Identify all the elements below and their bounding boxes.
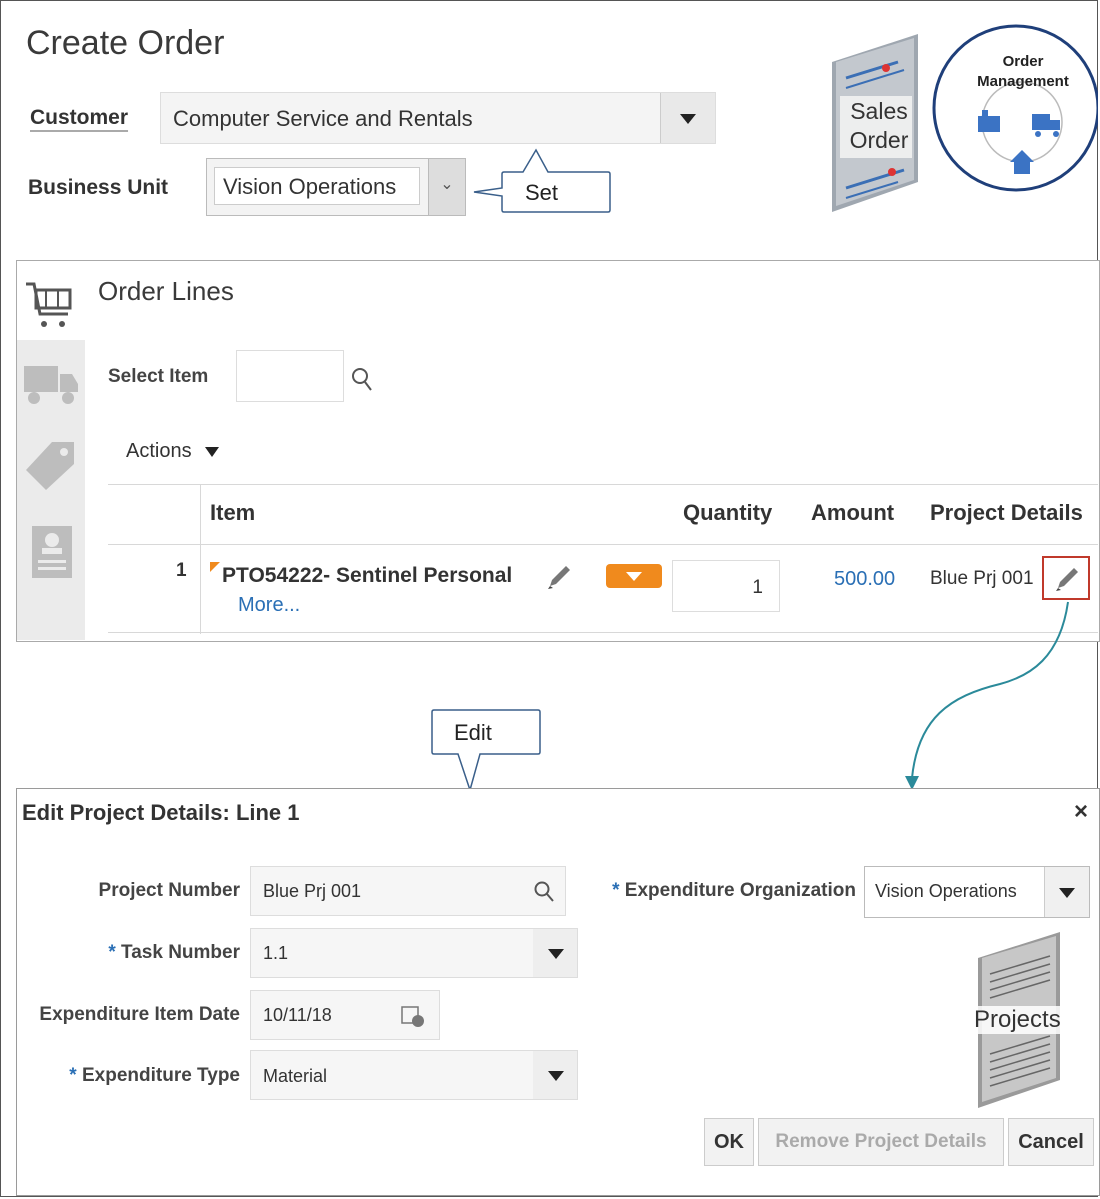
table-column-divider bbox=[200, 484, 201, 634]
project-number-label: Project Number bbox=[98, 880, 240, 901]
select-item-label: Select Item bbox=[108, 366, 209, 387]
flag-icon bbox=[210, 562, 220, 572]
select-item-input[interactable] bbox=[236, 350, 344, 402]
expenditure-item-date-value: 10/11/18 bbox=[263, 1005, 332, 1025]
pencil-icon bbox=[1056, 568, 1078, 591]
price-tag-icon[interactable] bbox=[22, 436, 80, 494]
table-header-rule bbox=[108, 544, 1098, 545]
order-lines-title: Order Lines bbox=[98, 276, 234, 306]
edit-callout-text: Edit bbox=[454, 720, 492, 745]
project-number-input[interactable]: Blue Prj 001 bbox=[250, 866, 566, 916]
task-number-value: 1.1 bbox=[263, 943, 289, 963]
page-title: Create Order bbox=[26, 24, 225, 62]
ok-button[interactable]: OK bbox=[704, 1118, 754, 1166]
pencil-icon[interactable] bbox=[544, 562, 574, 592]
cancel-button[interactable]: Cancel bbox=[1008, 1118, 1094, 1166]
order-management-label-line2: Management bbox=[977, 73, 1069, 90]
more-link[interactable]: More... bbox=[238, 594, 300, 617]
column-header-quantity: Quantity bbox=[683, 500, 773, 525]
projects-label: Projects bbox=[974, 1006, 1061, 1034]
search-icon[interactable] bbox=[350, 366, 374, 394]
expenditure-organization-label: * Expenditure Organization bbox=[576, 880, 856, 902]
set-callout-text: Set bbox=[525, 180, 559, 205]
expenditure-organization-dropdown-button[interactable] bbox=[1044, 867, 1089, 917]
close-icon[interactable]: × bbox=[1074, 798, 1088, 826]
business-unit-dropdown-button[interactable]: ⌄ bbox=[428, 159, 465, 215]
actions-menu-label: Actions bbox=[126, 440, 192, 462]
sales-order-label-line2: Order bbox=[849, 127, 909, 153]
column-header-item: Item bbox=[210, 500, 256, 525]
business-unit-value: Vision Operations bbox=[214, 167, 420, 205]
task-number-dropdown-button[interactable] bbox=[533, 929, 577, 977]
business-unit-select[interactable]: Vision Operations ⌄ bbox=[206, 158, 466, 216]
amount-link[interactable]: 500.00 bbox=[834, 568, 895, 591]
chevron-down-icon: ⌄ bbox=[440, 176, 454, 193]
quantity-input[interactable]: 1 bbox=[672, 560, 780, 612]
edit-project-details-button[interactable] bbox=[1042, 556, 1090, 600]
order-management-label: Order Management bbox=[956, 52, 1090, 92]
dialog-title: Edit Project Details: Line 1 bbox=[22, 800, 300, 825]
customer-label: Customer bbox=[30, 106, 129, 129]
line-actions-button[interactable] bbox=[606, 564, 662, 588]
customer-dropdown-button[interactable] bbox=[660, 93, 715, 143]
cart-icon[interactable] bbox=[22, 276, 74, 332]
customer-value: Computer Service and Rentals bbox=[173, 106, 473, 131]
chevron-down-icon bbox=[548, 949, 564, 959]
remove-project-details-button[interactable]: Remove Project Details bbox=[758, 1118, 1004, 1166]
chevron-down-icon bbox=[626, 572, 642, 581]
project-details-value: Blue Prj 001 bbox=[930, 568, 1034, 589]
sales-order-label: Sales Order bbox=[846, 98, 912, 154]
expenditure-organization-value: Vision Operations bbox=[875, 881, 1017, 901]
expenditure-organization-select[interactable]: Vision Operations bbox=[864, 866, 1090, 918]
business-unit-label: Business Unit bbox=[28, 176, 169, 199]
expenditure-type-value: Material bbox=[263, 1066, 328, 1086]
expenditure-item-date-input[interactable]: 10/11/18 bbox=[250, 990, 440, 1040]
connector-arrow bbox=[905, 601, 1069, 790]
required-indicator: * bbox=[69, 1065, 77, 1086]
truck-icon[interactable] bbox=[22, 362, 80, 408]
row-number: 1 bbox=[176, 560, 187, 581]
task-number-label-text: Task Number bbox=[121, 942, 240, 963]
task-number-select[interactable]: 1.1 bbox=[250, 928, 578, 978]
expenditure-item-date-label: Expenditure Item Date bbox=[39, 1004, 240, 1025]
expenditure-type-label-text: Expenditure Type bbox=[81, 1065, 240, 1086]
task-number-label: * Task Number bbox=[60, 942, 240, 964]
expenditure-type-select[interactable]: Material bbox=[250, 1050, 578, 1100]
chevron-down-icon bbox=[205, 447, 220, 457]
chevron-down-icon bbox=[680, 114, 696, 124]
project-number-value: Blue Prj 001 bbox=[263, 881, 362, 901]
column-header-project-details: Project Details bbox=[930, 500, 1083, 525]
chevron-down-icon bbox=[548, 1071, 564, 1081]
calendar-icon[interactable] bbox=[399, 1003, 427, 1029]
expenditure-type-label: * Expenditure Type bbox=[40, 1065, 240, 1087]
item-name: PTO54222- Sentinel Personal bbox=[222, 564, 513, 587]
customer-select[interactable]: Computer Service and Rentals bbox=[160, 92, 716, 144]
required-indicator: * bbox=[108, 942, 116, 963]
sales-order-label-line1: Sales bbox=[850, 98, 908, 124]
table-top-rule bbox=[108, 484, 1098, 485]
expenditure-organization-label-text: Expenditure Organization bbox=[624, 880, 856, 901]
chevron-down-icon bbox=[1059, 888, 1075, 898]
order-management-label-line1: Order bbox=[1002, 53, 1044, 70]
order-management-badge bbox=[932, 24, 1098, 192]
required-indicator: * bbox=[612, 880, 620, 901]
column-header-amount: Amount bbox=[811, 500, 895, 525]
actions-menu[interactable]: Actions bbox=[126, 440, 220, 463]
search-icon[interactable] bbox=[533, 880, 555, 904]
expenditure-type-dropdown-button[interactable] bbox=[533, 1051, 577, 1099]
contact-card-icon[interactable] bbox=[30, 524, 74, 580]
